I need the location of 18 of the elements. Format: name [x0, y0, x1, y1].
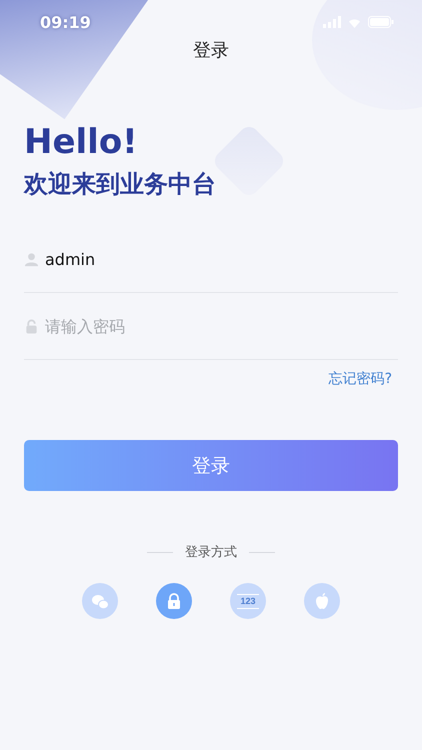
greeting-subtitle: 欢迎来到业务中台: [24, 169, 217, 200]
greeting-title: Hello!: [24, 122, 138, 162]
login-button[interactable]: 登录: [24, 440, 398, 491]
password-field[interactable]: 请输入密码: [45, 314, 398, 338]
login-method-button[interactable]: 123: [230, 583, 266, 619]
page-title: 登录: [193, 39, 229, 62]
status-time: 09:19: [40, 12, 91, 32]
apple-icon: [313, 592, 331, 610]
user-icon: [24, 252, 39, 266]
login-method-button[interactable]: [304, 583, 340, 619]
login-method-button[interactable]: [82, 583, 118, 619]
forgot-password-link[interactable]: 忘记密码?: [328, 370, 392, 388]
login-method-button[interactable]: [156, 583, 192, 619]
lock-icon: [24, 318, 39, 334]
username-field[interactable]: admin: [45, 247, 398, 271]
login-methods-label: 登录方式: [185, 544, 237, 561]
wechat-icon: [91, 592, 109, 610]
lock-icon: [165, 592, 183, 610]
